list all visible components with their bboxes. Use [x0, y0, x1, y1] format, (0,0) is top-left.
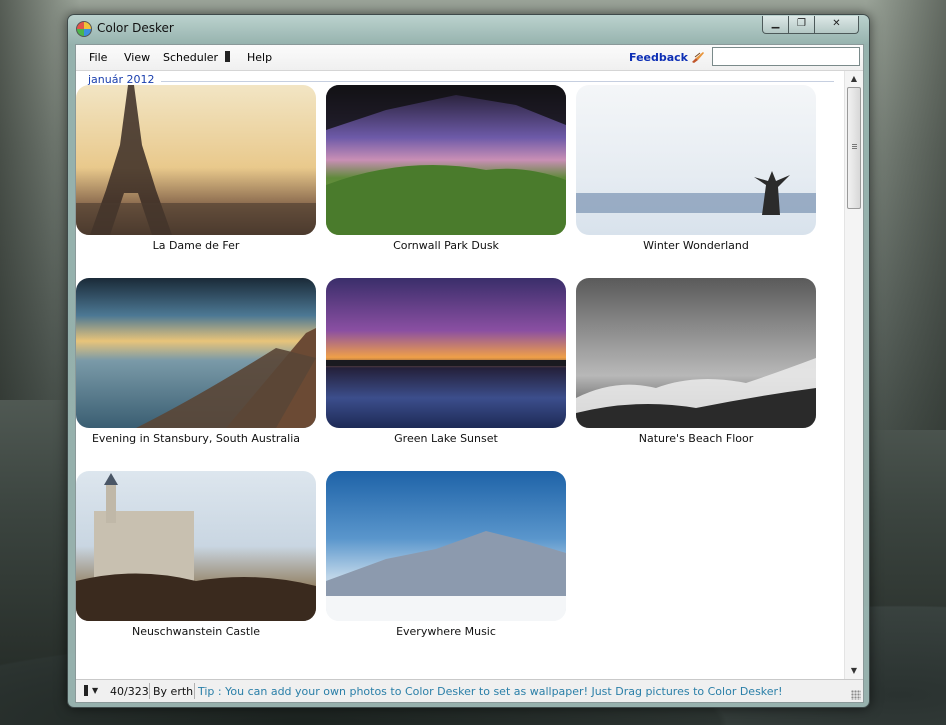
wallpaper-title: Evening in Stansbury, South Australia — [91, 432, 301, 445]
wallpaper-thumbnail[interactable] — [326, 278, 566, 428]
wallpaper-title: La Dame de Fer — [152, 239, 240, 252]
castle-image — [76, 473, 316, 621]
wallpaper-title: Nature's Beach Floor — [638, 432, 754, 445]
search-input[interactable] — [712, 47, 860, 66]
scroll-up-arrow[interactable]: ▲ — [845, 71, 863, 87]
wallpaper-thumbnail[interactable] — [576, 85, 816, 235]
status-bar: ▼ 40/323 By erth Tip : You can add your … — [76, 679, 863, 702]
status-divider — [194, 683, 195, 699]
wallpaper-title: Green Lake Sunset — [394, 432, 498, 445]
resize-grip-icon[interactable] — [851, 690, 861, 700]
wallpaper-gallery: január 2012 La Dame de Fer Cornwall Park… — [76, 71, 844, 679]
wallpaper-thumbnail[interactable] — [76, 85, 316, 235]
jetty-image — [136, 328, 316, 428]
tip-text: Tip : You can add your own photos to Col… — [198, 685, 783, 698]
author-label: By erth — [153, 685, 194, 698]
wallpaper-title: Everywhere Music — [396, 625, 496, 638]
menu-bar: File View Scheduler Help Feedback — [76, 45, 863, 71]
brush-icon[interactable] — [691, 51, 705, 63]
menu-view[interactable]: View — [124, 51, 150, 64]
wallpaper-thumbnail[interactable] — [576, 278, 816, 428]
minimize-button[interactable]: ▁ — [762, 16, 789, 34]
snowy-mountain-image — [326, 531, 566, 621]
wallpaper-thumbnail[interactable] — [76, 471, 316, 621]
wallpaper-thumbnail[interactable] — [326, 85, 566, 235]
desktop-tree-right — [866, 0, 946, 430]
status-dropdown-icon[interactable]: ▼ — [92, 686, 98, 695]
menu-file[interactable]: File — [89, 51, 107, 64]
menu-help[interactable]: Help — [247, 51, 272, 64]
feedback-link[interactable]: Feedback — [629, 51, 688, 64]
wallpaper-thumbnail[interactable] — [76, 278, 316, 428]
wallpaper-count: 40/323 — [110, 685, 149, 698]
menu-scheduler[interactable]: Scheduler — [163, 51, 218, 64]
winter-tree-image — [576, 171, 816, 215]
status-divider — [149, 683, 150, 699]
phone-icon[interactable] — [84, 685, 88, 696]
group-divider — [88, 81, 834, 82]
wallpaper-title: Neuschwanstein Castle — [131, 625, 261, 638]
window-title: Color Desker — [97, 21, 174, 35]
scheduler-icon[interactable] — [225, 51, 230, 62]
app-icon[interactable] — [76, 21, 92, 37]
scroll-grip-icon — [852, 144, 857, 150]
close-button[interactable]: ✕ — [814, 16, 859, 34]
wallpaper-thumbnail[interactable] — [326, 471, 566, 621]
app-window: Color Desker ▁ ❐ ✕ File View Scheduler H… — [67, 14, 870, 708]
beach-floor-image — [576, 358, 816, 428]
park-dusk-image — [326, 85, 566, 235]
client-area: File View Scheduler Help Feedback január… — [75, 44, 864, 703]
scroll-down-arrow[interactable]: ▼ — [845, 663, 863, 679]
lake-sunset-image — [326, 360, 566, 366]
wallpaper-title: Cornwall Park Dusk — [393, 239, 499, 252]
title-bar[interactable]: Color Desker ▁ ❐ ✕ — [68, 15, 869, 43]
vertical-scrollbar[interactable]: ▲ ▼ — [844, 71, 863, 679]
eiffel-tower-image — [76, 85, 316, 235]
scroll-thumb[interactable] — [847, 87, 861, 209]
wallpaper-title: Winter Wonderland — [643, 239, 749, 252]
maximize-button[interactable]: ❐ — [788, 16, 815, 34]
